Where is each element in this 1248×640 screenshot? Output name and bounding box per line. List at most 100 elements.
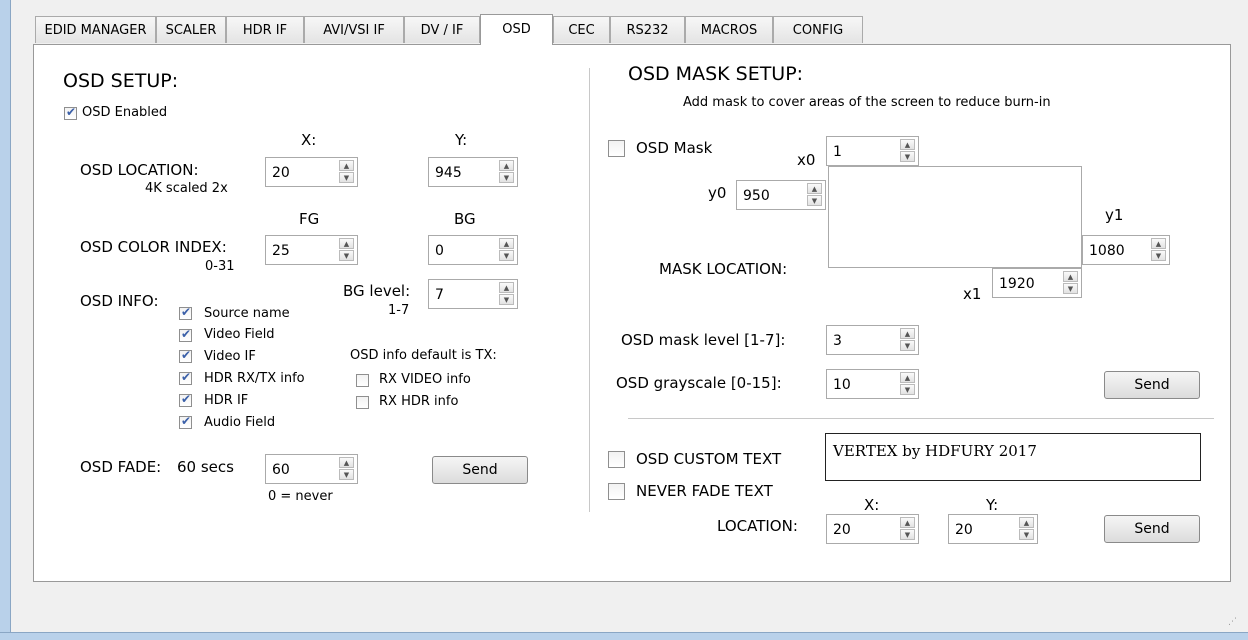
spin-up-icon[interactable]: ▲ — [339, 160, 354, 171]
x1-label: x1 — [963, 285, 982, 303]
osd-setup-title: OSD SETUP: — [63, 70, 179, 92]
osd-grayscale-spinbox[interactable]: 10 ▲ ▼ — [826, 369, 919, 399]
x0-spinbox[interactable]: 1 ▲ ▼ — [826, 136, 919, 166]
spin-down-icon[interactable]: ▼ — [900, 340, 915, 351]
spin-down-icon[interactable]: ▼ — [1063, 283, 1078, 294]
location-y-spinbox[interactable]: 945 ▲ ▼ — [428, 157, 518, 187]
y1-value: 1080 — [1089, 243, 1125, 259]
rx-hdr-info-checkbox[interactable] — [356, 396, 369, 409]
text-y-header: Y: — [986, 496, 999, 514]
bg-level-spinbox[interactable]: 7 ▲ ▼ — [428, 279, 518, 309]
info-hdr-if-checkbox[interactable] — [179, 392, 192, 407]
bg-color-spinbox[interactable]: 0 ▲ ▼ — [428, 235, 518, 265]
spin-up-icon[interactable]: ▲ — [1019, 517, 1034, 528]
x1-spinbox[interactable]: 1920 ▲ ▼ — [992, 268, 1082, 298]
spin-up-icon[interactable]: ▲ — [339, 457, 354, 468]
spin-up-icon[interactable]: ▲ — [499, 160, 514, 171]
y1-label: y1 — [1105, 206, 1124, 224]
info-video-field-label: Video Field — [204, 327, 275, 342]
osd-mask-level-spinbox[interactable]: 3 ▲ ▼ — [826, 325, 919, 355]
osd-setup-send-button[interactable]: Send — [432, 456, 528, 484]
spin-down-icon[interactable]: ▼ — [339, 172, 354, 183]
location-y-value: 945 — [435, 165, 462, 181]
info-video-if-label: Video IF — [204, 349, 256, 364]
spin-down-icon[interactable]: ▼ — [1019, 529, 1034, 540]
spin-up-icon[interactable]: ▲ — [900, 328, 915, 339]
osd-grayscale-value: 10 — [833, 377, 851, 393]
osd-color-index-label: OSD COLOR INDEX: — [80, 238, 227, 256]
never-fade-text-checkbox[interactable] — [608, 483, 625, 500]
fg-color-value: 25 — [272, 243, 290, 259]
spin-down-icon[interactable]: ▼ — [900, 384, 915, 395]
spin-down-icon[interactable]: ▼ — [339, 250, 354, 261]
tab-hdr-if[interactable]: HDR IF — [226, 16, 304, 43]
osd-info-label: OSD INFO: — [80, 292, 159, 310]
bg-level-label: BG level: — [343, 282, 411, 300]
spin-down-icon[interactable]: ▼ — [1151, 250, 1166, 261]
x1-value: 1920 — [999, 276, 1035, 292]
text-y-spinbox[interactable]: 20 ▲ ▼ — [948, 514, 1038, 544]
spin-down-icon[interactable]: ▼ — [900, 151, 915, 162]
text-x-spinbox[interactable]: 20 ▲ ▼ — [826, 514, 919, 544]
osd-custom-text-input[interactable]: VERTEX by HDFURY 2017 — [825, 433, 1201, 481]
tab-scaler[interactable]: SCALER — [156, 16, 226, 43]
osd-enabled-checkbox[interactable] — [64, 105, 77, 120]
osd-custom-text-label: OSD CUSTOM TEXT — [636, 450, 782, 468]
y0-spinbox[interactable]: 950 ▲ ▼ — [736, 180, 826, 210]
info-audio-field-checkbox[interactable] — [179, 414, 192, 429]
rx-video-info-checkbox[interactable] — [356, 374, 369, 387]
tab-cec[interactable]: CEC — [553, 16, 610, 43]
spin-down-icon[interactable]: ▼ — [499, 250, 514, 261]
tab-dv-if[interactable]: DV / IF — [404, 16, 480, 43]
text-y-value: 20 — [955, 522, 973, 538]
spin-up-icon[interactable]: ▲ — [499, 282, 514, 293]
tab-edid-manager[interactable]: EDID MANAGER — [35, 16, 156, 43]
osd-mask-level-value: 3 — [833, 333, 842, 349]
spin-down-icon[interactable]: ▼ — [900, 529, 915, 540]
location-y-header: Y: — [455, 131, 468, 149]
osd-mask-checkbox[interactable] — [608, 140, 625, 157]
spin-up-icon[interactable]: ▲ — [900, 372, 915, 383]
osd-grayscale-label: OSD grayscale [0-15]: — [616, 374, 782, 392]
spin-down-icon[interactable]: ▼ — [499, 294, 514, 305]
fg-color-spinbox[interactable]: 25 ▲ ▼ — [265, 235, 358, 265]
rx-video-info-label: RX VIDEO info — [379, 372, 471, 387]
spin-down-icon[interactable]: ▼ — [499, 172, 514, 183]
osd-mask-send-button[interactable]: Send — [1104, 371, 1200, 399]
window-left-frame — [0, 0, 11, 639]
text-x-value: 20 — [833, 522, 851, 538]
info-source-name-checkbox[interactable] — [179, 305, 192, 320]
tab-avi-vsi-if[interactable]: AVI/VSI IF — [304, 16, 404, 43]
info-video-field-checkbox[interactable] — [179, 327, 192, 342]
osd-fade-secs: 60 secs — [177, 458, 234, 476]
tab-osd[interactable]: OSD — [480, 14, 553, 45]
spin-up-icon[interactable]: ▲ — [900, 517, 915, 528]
osd-custom-text-checkbox[interactable] — [608, 451, 625, 468]
spin-down-icon[interactable]: ▼ — [339, 469, 354, 480]
bg-level-note: 1-7 — [388, 303, 410, 318]
spin-up-icon[interactable]: ▲ — [499, 238, 514, 249]
text-location-label: LOCATION: — [717, 517, 798, 535]
tab-rs232[interactable]: RS232 — [610, 16, 685, 43]
location-x-value: 20 — [272, 165, 290, 181]
info-video-if-checkbox[interactable] — [179, 348, 192, 363]
y0-value: 950 — [743, 188, 770, 204]
vertical-divider — [589, 68, 590, 512]
info-hdr-rxtx-checkbox[interactable] — [179, 370, 192, 385]
info-hdr-rxtx-label: HDR RX/TX info — [204, 371, 305, 386]
spin-up-icon[interactable]: ▲ — [900, 139, 915, 150]
spin-up-icon[interactable]: ▲ — [1151, 238, 1166, 249]
spin-down-icon[interactable]: ▼ — [807, 195, 822, 206]
spin-up-icon[interactable]: ▲ — [807, 183, 822, 194]
location-x-spinbox[interactable]: 20 ▲ ▼ — [265, 157, 358, 187]
y1-spinbox[interactable]: 1080 ▲ ▼ — [1082, 235, 1170, 265]
rx-hdr-info-label: RX HDR info — [379, 394, 459, 409]
resize-grip-icon[interactable]: ⋰ — [1228, 617, 1240, 629]
tab-config[interactable]: CONFIG — [773, 16, 863, 43]
tab-macros[interactable]: MACROS — [685, 16, 773, 43]
bg-level-value: 7 — [435, 287, 444, 303]
spin-up-icon[interactable]: ▲ — [1063, 271, 1078, 282]
osd-fade-spinbox[interactable]: 60 ▲ ▼ — [265, 454, 358, 484]
spin-up-icon[interactable]: ▲ — [339, 238, 354, 249]
custom-text-send-button[interactable]: Send — [1104, 515, 1200, 543]
